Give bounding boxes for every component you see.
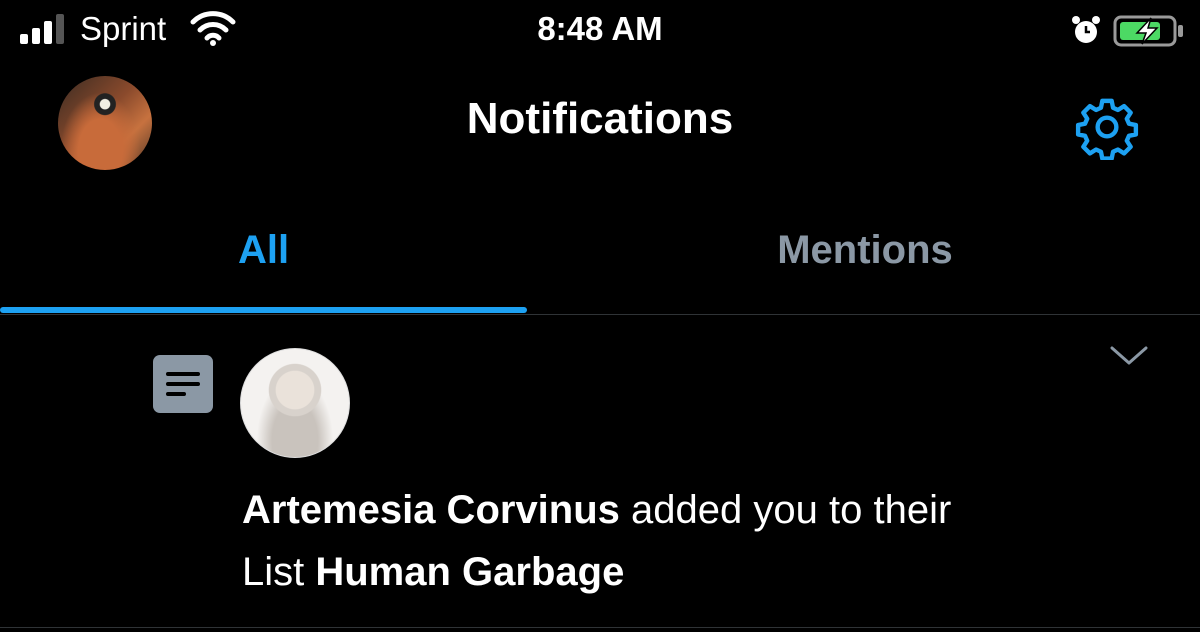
alarm-icon (1072, 16, 1100, 43)
notification-text: Artemesia Corvinus added you to their Lis… (242, 479, 1142, 603)
tab-mentions[interactable]: Mentions (600, 190, 1130, 310)
object-prefix: List (242, 550, 316, 594)
status-time: 8:48 AM (537, 10, 663, 47)
chevron-down-icon[interactable] (1108, 343, 1150, 369)
page-title: Notifications (466, 94, 734, 143)
notification-tabs: All Mentions (0, 190, 1200, 315)
tab-selected-indicator (0, 307, 527, 313)
user-name[interactable]: Artemesia Corvinus (242, 488, 620, 532)
status-bar: Sprint 8:48 AM (0, 0, 1200, 64)
tab-all[interactable]: All (0, 190, 527, 310)
list-name[interactable]: Human Garbage (315, 550, 624, 594)
action-text: added you to their (619, 488, 952, 532)
battery-charging-icon (1113, 15, 1183, 47)
list-icon (153, 355, 213, 413)
notification-item[interactable]: Artemesia Corvinus added you to their Lis… (0, 315, 1200, 628)
user-avatar[interactable] (240, 348, 350, 458)
gear-icon[interactable] (1074, 94, 1140, 160)
header-bar: Notifications (0, 64, 1200, 184)
